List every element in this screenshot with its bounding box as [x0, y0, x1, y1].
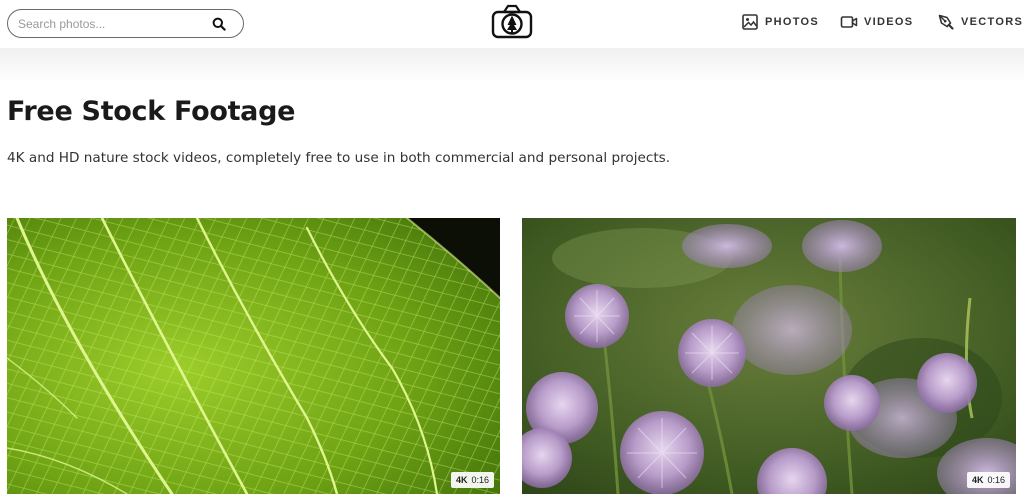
nav-vectors[interactable]: VECTORS	[937, 12, 1023, 32]
video-camera-icon	[840, 16, 858, 28]
search-input[interactable]	[18, 15, 208, 33]
video-duration: 0:16	[987, 475, 1005, 485]
nav-vectors-label: VECTORS	[961, 16, 1024, 28]
nav-photos[interactable]: PHOTOS	[741, 12, 819, 32]
nav-photos-label: PHOTOS	[765, 16, 820, 28]
video-thumbnail-flowers	[522, 218, 1016, 494]
video-quality: 4K	[971, 475, 984, 485]
video-card[interactable]: 4K 0:16	[522, 218, 1016, 494]
video-card[interactable]: 4K 0:16	[7, 218, 500, 494]
video-duration-badge: 4K 0:16	[966, 472, 1010, 488]
video-duration-badge: 4K 0:16	[450, 472, 494, 488]
top-header: PHOTOS VIDEOS VECTORS	[0, 0, 1024, 48]
video-duration: 0:16	[471, 475, 489, 485]
image-icon	[742, 14, 758, 30]
nav-videos[interactable]: VIDEOS	[840, 12, 913, 32]
header-shadow	[0, 48, 1024, 82]
search-icon[interactable]	[212, 17, 226, 31]
nav-videos-label: VIDEOS	[864, 16, 914, 28]
page-title: Free Stock Footage	[7, 96, 296, 127]
page-subtitle: 4K and HD nature stock videos, completel…	[7, 150, 671, 166]
camera-tree-logo[interactable]	[490, 3, 534, 39]
search-bar[interactable]	[7, 9, 244, 38]
video-thumbnail-leaf	[7, 218, 500, 494]
video-quality: 4K	[455, 475, 468, 485]
pen-tool-icon	[938, 14, 954, 30]
